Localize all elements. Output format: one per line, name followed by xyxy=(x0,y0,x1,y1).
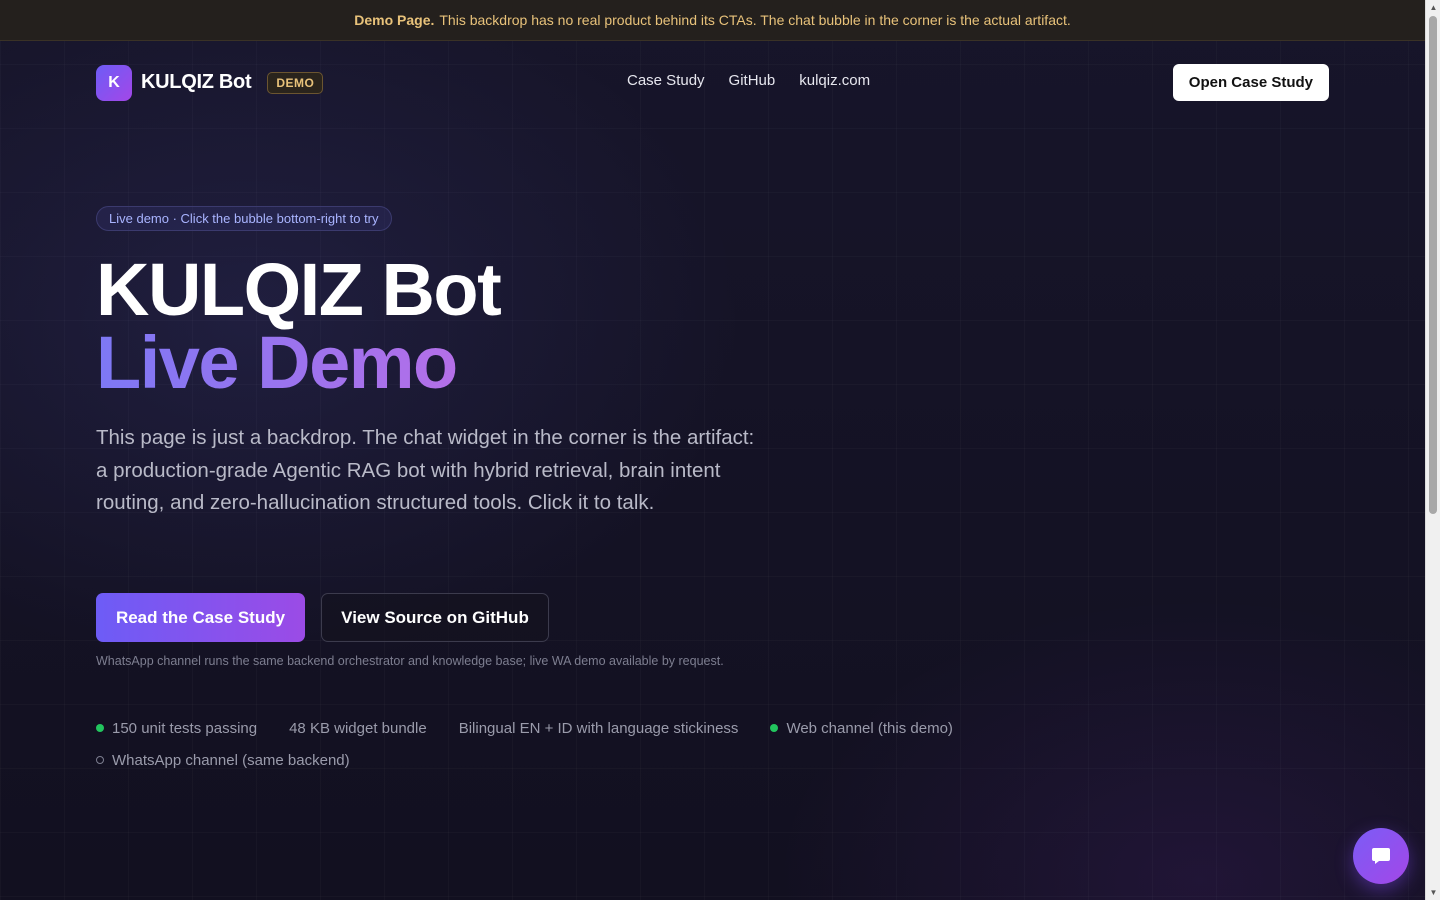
scroll-up-icon[interactable]: ▲ xyxy=(1429,3,1438,12)
stat-label: 48 KB widget bundle xyxy=(289,719,427,737)
view-source-github-button[interactable]: View Source on GitHub xyxy=(321,593,549,642)
whatsapp-note: WhatsApp channel runs the same backend o… xyxy=(96,654,724,668)
stats-row: WhatsApp channel (same backend) xyxy=(96,750,996,770)
stat-item: 48 KB widget bundle xyxy=(289,720,427,737)
chat-icon xyxy=(1372,848,1390,864)
live-demo-pill: Live demo · Click the bubble bottom-righ… xyxy=(96,206,392,231)
brand-name[interactable]: KULQIZ Bot xyxy=(141,71,252,94)
page-background: Demo Page. This backdrop has no real pro… xyxy=(0,0,1425,900)
read-case-study-button[interactable]: Read the Case Study xyxy=(96,593,305,642)
stat-label: WhatsApp channel (same backend) xyxy=(112,751,350,769)
stat-label: Bilingual EN + ID with language stickine… xyxy=(458,719,739,737)
stat-item: WhatsApp channel (same backend) xyxy=(96,752,350,769)
nav-links: Case Study GitHub kulqiz.com xyxy=(627,72,870,89)
scroll-thumb[interactable] xyxy=(1429,16,1437,514)
demo-banner: Demo Page. This backdrop has no real pro… xyxy=(0,0,1425,41)
hero-title-gradient: Live Demo xyxy=(96,321,458,404)
scroll-down-icon[interactable]: ▼ xyxy=(1429,888,1438,897)
banner-bold: Demo Page. xyxy=(354,12,435,28)
nav-link-github[interactable]: GitHub xyxy=(729,72,776,89)
chat-bubble-button[interactable] xyxy=(1353,828,1409,884)
demo-badge: DEMO xyxy=(267,71,324,94)
stat-item: Bilingual EN + ID with language stickine… xyxy=(459,720,739,737)
hero-title: KULQIZ Bot xyxy=(96,248,502,331)
logo-icon[interactable]: K xyxy=(96,64,132,101)
stats-list: 150 unit tests passing 48 KB widget bund… xyxy=(96,718,996,770)
status-dot-hollow-icon xyxy=(96,756,104,764)
nav-link-case-study[interactable]: Case Study xyxy=(627,72,705,89)
status-dot-icon xyxy=(96,724,104,732)
top-nav: K KULQIZ Bot DEMO Case Study GitHub kulq… xyxy=(96,64,1329,101)
stat-label: 150 unit tests passing xyxy=(112,719,258,737)
page-scrollbar[interactable]: ▲ ▼ xyxy=(1425,0,1440,900)
hero-lead: This page is just a backdrop. The chat w… xyxy=(96,426,755,514)
open-case-study-button[interactable]: Open Case Study xyxy=(1172,64,1329,101)
banner-text: This backdrop has no real product behind… xyxy=(439,12,1071,28)
stats-row: 150 unit tests passing 48 KB widget bund… xyxy=(96,718,996,738)
stat-item: Web channel (this demo) xyxy=(770,719,953,737)
logo-letter: K xyxy=(108,73,120,91)
nav-link-kulqiz[interactable]: kulqiz.com xyxy=(799,72,870,89)
stat-item: 150 unit tests passing xyxy=(96,720,257,737)
stat-label: Web channel (this demo) xyxy=(786,719,953,737)
status-dot-icon xyxy=(770,724,779,732)
